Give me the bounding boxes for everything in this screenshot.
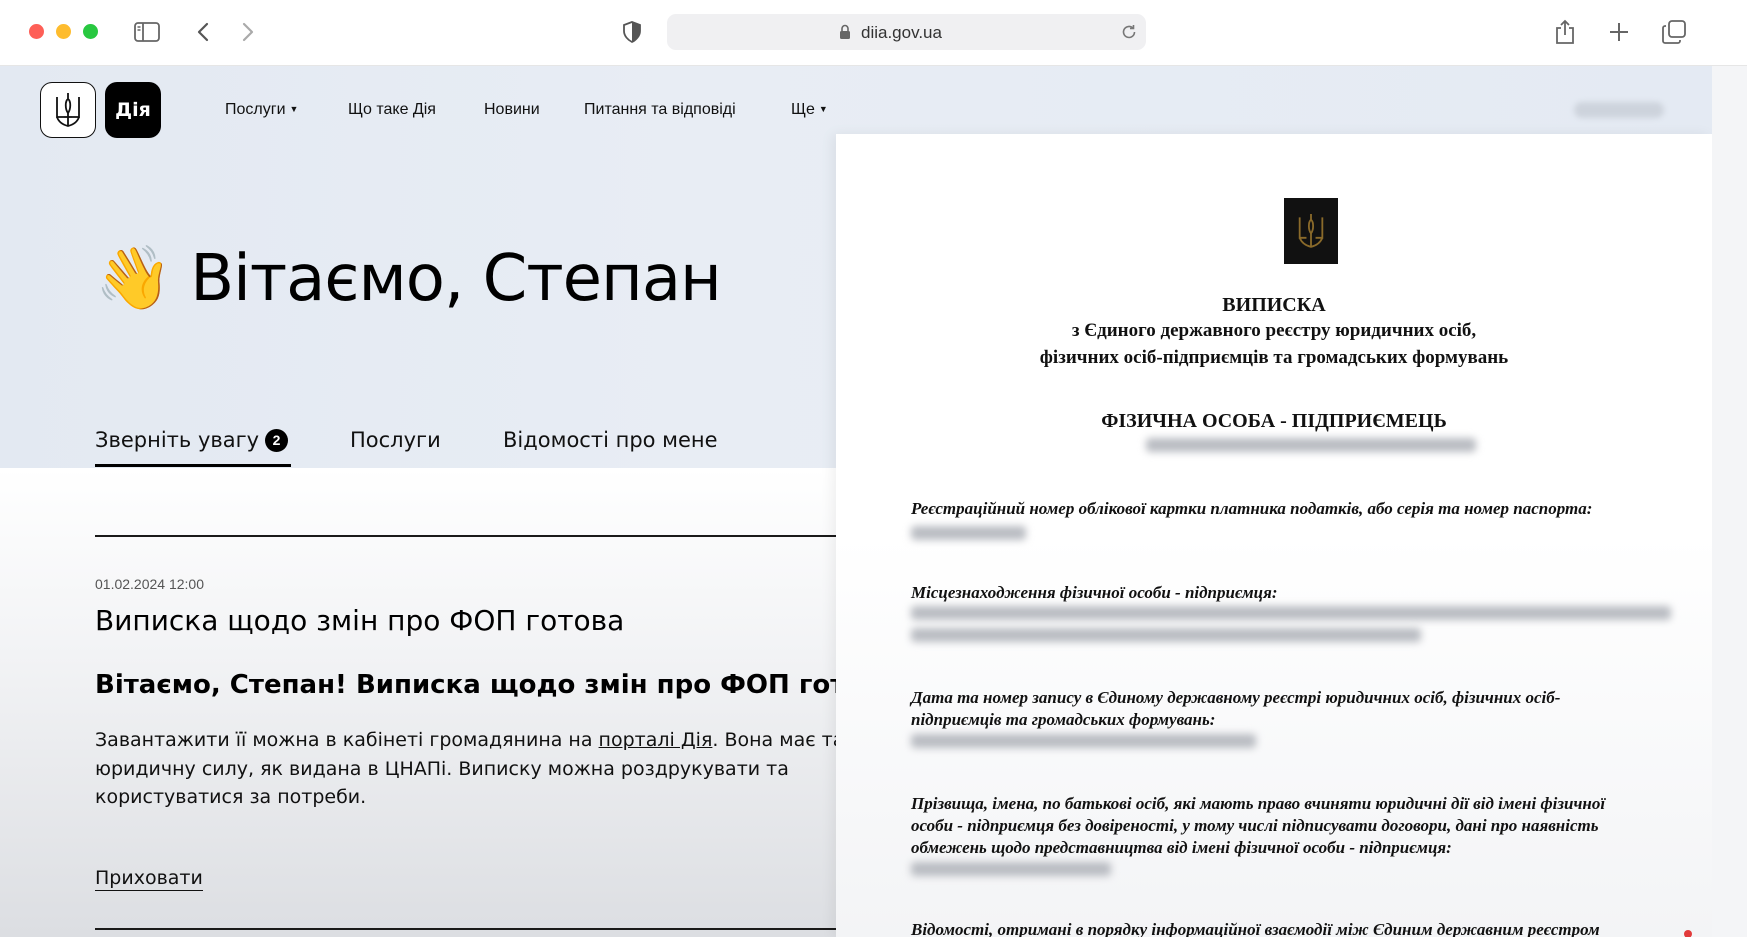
notification-badge: 2 [265,429,289,452]
trident-logo[interactable] [40,82,96,138]
document-subtitle-line-1: з Єдиного державного реєстру юридичних о… [1071,320,1477,341]
chevron-down-icon: ▼ [818,104,828,114]
message-body-line-3: користуватися за потреби. [95,786,367,808]
tab-attention-label: Зверніть увагу [95,428,260,452]
redacted-tax-number [911,526,1026,540]
diia-portal-link[interactable]: порталі Дія [599,729,713,751]
privacy-shield-icon[interactable] [620,16,644,48]
nav-services[interactable]: Послуги ▼ [225,101,298,119]
field-record-date-label-line-2: підприємців та громадських формувань: [911,710,1216,729]
new-tab-icon[interactable] [1607,16,1631,48]
chevron-down-icon: ▼ [289,104,299,114]
message-subtitle: Вітаємо, Степан! Виписка щодо змін про Ф… [95,670,840,700]
coat-of-arms-icon [1284,198,1338,264]
redacted-record-date [911,734,1256,748]
lock-icon [839,24,851,45]
registry-extract-document: ВИПИСКА з Єдиного державного реєстру юри… [836,134,1712,937]
message-body-line-2: юридичну силу, як видана в ЦНАПі. Виписк… [95,757,789,780]
document-title: ВИПИСКА [1222,294,1326,316]
field-info-label: Відомості, отримані в порядку інформацій… [911,920,1600,937]
share-icon[interactable] [1553,16,1577,48]
message-body-line-1: Завантажити її можна в кабінеті громадян… [95,726,840,755]
redacted-address-line-2 [911,628,1421,642]
close-window-button[interactable] [29,24,44,39]
tabs-overview-icon[interactable] [1661,16,1687,48]
field-record-date-label-line-1: Дата та номер запису в Єдиному державном… [911,688,1561,707]
tab-active-indicator [95,464,291,467]
page-title: Вітаємо, Степан [190,242,722,316]
waving-hand-icon: 👋 [95,244,173,313]
trident-icon [56,93,80,127]
tab-about-me[interactable]: Відомості про мене [503,428,718,452]
field-tax-number-label: Реєстраційний номер облікової картки пла… [911,499,1593,518]
redacted-name [1146,438,1476,452]
user-menu-blurred[interactable] [1574,102,1664,118]
zoom-window-button[interactable] [83,24,98,39]
nav-news[interactable]: Новини [484,101,540,119]
browser-toolbar: diia.gov.ua [0,0,1747,66]
minimize-window-button[interactable] [56,24,71,39]
message-body: Завантажити її можна в кабінеті громадян… [95,726,840,812]
message-text: . Вона має таку ж [712,729,840,751]
message-text: Завантажити її можна в кабінеті громадян… [95,729,599,751]
document-subtitle-line-2: фізичних осіб-підприємців та громадських… [1039,347,1509,368]
divider [95,928,840,930]
nav-more-label: Ще [791,101,815,118]
message-title: Виписка щодо змін про ФОП готова [95,604,625,637]
field-location-label: Місцезнаходження фізичної особи - підпри… [911,583,1278,602]
sidebar-icon[interactable] [132,16,162,48]
nav-what-is-diia[interactable]: Що таке Дія [348,101,436,119]
field-persons-label-line-2: особи - підприємця без довіреності, у то… [911,816,1599,835]
url-text: diia.gov.ua [861,23,942,42]
field-persons-label-line-3: обмежень щодо представництва від імені ф… [911,838,1452,857]
indicator-dot [1684,930,1692,937]
field-persons-label-line-1: Прізвища, імена, по батькові осіб, які м… [911,794,1606,813]
nav-services-label: Послуги [225,101,286,118]
greeting: 👋 Вітаємо, Степан [95,242,722,316]
diia-logo[interactable]: Дія [105,82,161,138]
redacted-persons [911,862,1111,876]
window-edge [1712,66,1747,937]
reload-icon[interactable] [1120,23,1138,46]
back-icon[interactable] [193,16,213,48]
tab-services[interactable]: Послуги [350,428,441,452]
forward-icon[interactable] [238,16,258,48]
nav-faq[interactable]: Питання та відповіді [584,101,736,119]
document-entity-type: ФІЗИЧНА ОСОБА - ПІДПРИЄМЕЦЬ [1101,410,1447,432]
message-date: 01.02.2024 12:00 [95,576,204,592]
divider [95,535,840,537]
nav-more[interactable]: Ще ▼ [791,101,828,119]
hide-button[interactable]: Приховати [95,867,203,891]
redacted-address-line-1 [911,606,1671,620]
tab-attention[interactable]: Зверніть увагу 2 [95,428,289,452]
address-bar[interactable]: diia.gov.ua [667,14,1146,50]
